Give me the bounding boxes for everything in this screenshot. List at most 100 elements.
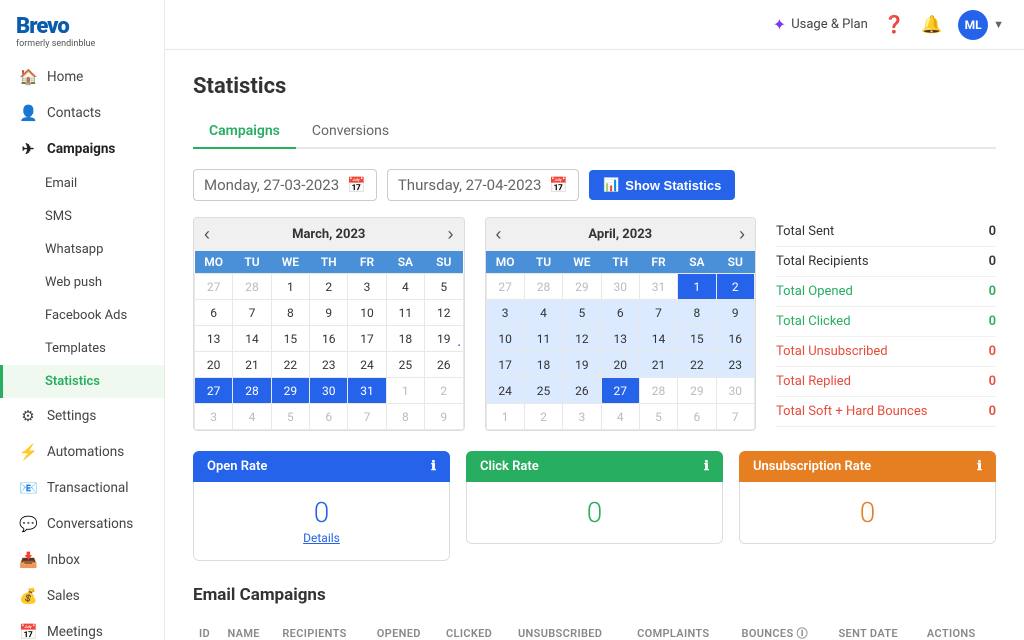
cal-day[interactable]: 26 [425,352,463,378]
cal-day[interactable]: 7 [348,404,386,430]
cal-day[interactable]: 28 [524,274,562,300]
prev-month-april-button[interactable]: ‹ [496,224,502,245]
cal-day[interactable]: 6 [310,404,348,430]
cal-day[interactable]: 18 [386,326,424,352]
unsub-rate-info-icon[interactable]: ℹ [977,459,982,474]
cal-day[interactable]: 17 [348,326,386,352]
sidebar-item-home[interactable]: 🏠 Home [0,59,164,95]
cal-day[interactable]: 4 [601,404,639,430]
sidebar-item-facebook[interactable]: Facebook Ads [0,299,164,332]
cal-day[interactable]: 24 [486,378,524,404]
next-month-april-button[interactable]: › [739,224,745,245]
cal-day[interactable]: 31 [639,274,677,300]
cal-day[interactable]: 8 [271,300,309,326]
cal-day[interactable]: 21 [639,352,677,378]
cal-day[interactable]: 9 [425,404,463,430]
tab-conversions[interactable]: Conversions [296,115,405,149]
cal-day[interactable]: 30 [716,378,754,404]
cal-day[interactable]: 19 [425,326,463,352]
cal-day[interactable]: 6 [195,300,233,326]
cal-day[interactable]: 5 [425,274,463,300]
sidebar-item-statistics[interactable]: Statistics [0,365,164,398]
tab-campaigns[interactable]: Campaigns [193,115,296,149]
cal-day[interactable]: 31 [348,378,386,404]
cal-day[interactable]: 29 [678,378,716,404]
cal-day[interactable]: 8 [678,300,716,326]
start-date-input[interactable]: Monday, 27-03-2023 📅 [193,169,377,201]
sidebar-item-campaigns[interactable]: ✈ Campaigns [0,131,164,167]
show-statistics-button[interactable]: 📊 Show Statistics [589,170,735,200]
cal-day[interactable]: 28 [233,378,271,404]
sidebar-item-settings[interactable]: ⚙ Settings [0,398,164,434]
cal-day[interactable]: 1 [386,378,424,404]
cal-day[interactable]: 7 [639,300,677,326]
cal-day[interactable]: 15 [271,326,309,352]
sidebar-item-inbox[interactable]: 📥 Inbox [0,542,164,578]
cal-day[interactable]: 24 [348,352,386,378]
cal-day[interactable]: 13 [195,326,233,352]
cal-day[interactable]: 27 [195,378,233,404]
help-icon[interactable]: ❓ [884,15,905,35]
sidebar-item-contacts[interactable]: 👤 Contacts [0,95,164,131]
cal-day[interactable]: 27 [195,274,233,300]
cal-day[interactable]: 11 [524,326,562,352]
cal-day[interactable]: 28 [233,274,271,300]
cal-day[interactable]: 1 [678,274,716,300]
sidebar-item-sales[interactable]: 💰 Sales [0,578,164,614]
cal-day[interactable]: 30 [601,274,639,300]
cal-day[interactable]: 6 [678,404,716,430]
prev-month-button[interactable]: ‹ [204,224,210,245]
click-rate-info-icon[interactable]: ℹ [704,459,709,474]
usage-plan-button[interactable]: ✦ Usage & Plan [773,15,868,34]
cal-day[interactable]: 5 [271,404,309,430]
end-date-input[interactable]: Thursday, 27-04-2023 📅 [387,169,579,201]
cal-day[interactable]: 7 [716,404,754,430]
cal-day[interactable]: 14 [233,326,271,352]
cal-day[interactable]: 18 [524,352,562,378]
cal-day[interactable]: 8 [386,404,424,430]
cal-day[interactable]: 3 [348,274,386,300]
sidebar-item-email[interactable]: Email [0,167,164,200]
user-menu[interactable]: ML ▼ [958,10,1004,40]
cal-day[interactable]: 4 [386,274,424,300]
cal-day[interactable]: 4 [524,300,562,326]
cal-day[interactable]: 19 [563,352,601,378]
sidebar-item-meetings[interactable]: 📅 Meetings [0,614,164,640]
cal-day[interactable]: 2 [425,378,463,404]
cal-day[interactable]: 10 [348,300,386,326]
cal-day[interactable]: 25 [386,352,424,378]
cal-day[interactable]: 20 [601,352,639,378]
cal-day[interactable]: 27 [601,378,639,404]
cal-day[interactable]: 16 [716,326,754,352]
sidebar-item-webpush[interactable]: Web push [0,266,164,299]
cal-day[interactable]: 6 [601,300,639,326]
cal-day[interactable]: 15 [678,326,716,352]
cal-day[interactable]: 2 [310,274,348,300]
cal-day[interactable]: 9 [716,300,754,326]
cal-day[interactable]: 29 [563,274,601,300]
cal-day[interactable]: 22 [678,352,716,378]
cal-day[interactable]: 29 [271,378,309,404]
sidebar-item-whatsapp[interactable]: Whatsapp [0,233,164,266]
cal-day[interactable]: 1 [271,274,309,300]
cal-day[interactable]: 12 [425,300,463,326]
sidebar-item-automations[interactable]: ⚡ Automations [0,434,164,470]
cal-day[interactable]: 21 [233,352,271,378]
cal-day[interactable]: 17 [486,352,524,378]
sidebar-item-templates[interactable]: Templates [0,332,164,365]
cal-day[interactable]: 14 [639,326,677,352]
cal-day[interactable]: 11 [386,300,424,326]
next-month-march-button[interactable]: › [447,224,453,245]
cal-day[interactable]: 3 [195,404,233,430]
sidebar-item-conversations[interactable]: 💬 Conversations [0,506,164,542]
cal-day[interactable]: 16 [310,326,348,352]
sidebar-item-sms[interactable]: SMS [0,200,164,233]
cal-day[interactable]: 13 [601,326,639,352]
cal-day[interactable]: 30 [310,378,348,404]
bell-icon[interactable]: 🔔 [921,15,942,35]
cal-day[interactable]: 5 [639,404,677,430]
cal-day[interactable]: 9 [310,300,348,326]
cal-day[interactable]: 28 [639,378,677,404]
cal-day[interactable]: 7 [233,300,271,326]
cal-day[interactable]: 5 [563,300,601,326]
